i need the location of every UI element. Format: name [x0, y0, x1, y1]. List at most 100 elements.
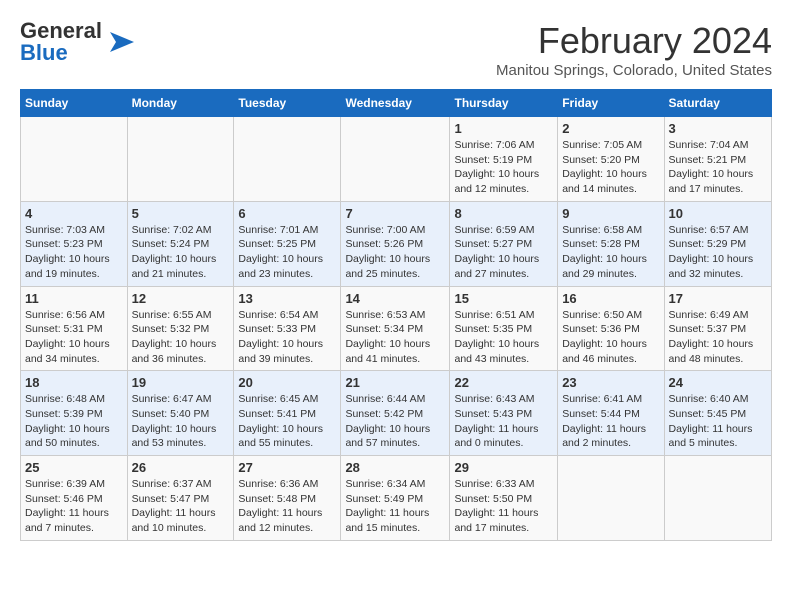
- day-number: 2: [562, 121, 659, 136]
- day-info: Sunrise: 6:43 AM Sunset: 5:43 PM Dayligh…: [454, 392, 553, 451]
- calendar-cell: 16 Sunrise: 6:50 AM Sunset: 5:36 PM Dayli…: [558, 286, 664, 371]
- calendar-cell: 28Sunrise: 6:34 AM Sunset: 5:49 PM Dayli…: [341, 456, 450, 541]
- calendar-cell: [234, 117, 341, 202]
- day-info: Sunrise: 6:53 AM Sunset: 5:34 PM Dayligh…: [345, 308, 445, 367]
- calendar-cell: 25 Sunrise: 6:39 AM Sunset: 5:46 PM Dayli…: [21, 456, 128, 541]
- calendar-cell: 21 Sunrise: 6:44 AM Sunset: 5:42 PM Dayli…: [341, 371, 450, 456]
- calendar-cell: 9 Sunrise: 6:58 AM Sunset: 5:28 PM Daylig…: [558, 201, 664, 286]
- day-info: Sunrise: 6:47 AM Sunset: 5:40 PM Dayligh…: [132, 392, 230, 451]
- calendar-cell: [558, 456, 664, 541]
- day-info: Sunrise: 6:51 AM Sunset: 5:35 PM Dayligh…: [454, 308, 553, 367]
- calendar-week-row: 11 Sunrise: 6:56 AM Sunset: 5:31 PM Dayli…: [21, 286, 772, 371]
- calendar-cell: [341, 117, 450, 202]
- weekday-header-friday: Friday: [558, 90, 664, 117]
- calendar-cell: 20Sunrise: 6:45 AM Sunset: 5:41 PM Dayli…: [234, 371, 341, 456]
- weekday-header-wednesday: Wednesday: [341, 90, 450, 117]
- day-number: 12: [132, 291, 230, 306]
- weekday-header-saturday: Saturday: [664, 90, 771, 117]
- calendar-cell: 17 Sunrise: 6:49 AM Sunset: 5:37 PM Dayli…: [664, 286, 771, 371]
- calendar-cell: 29Sunrise: 6:33 AM Sunset: 5:50 PM Dayli…: [450, 456, 558, 541]
- day-number: 16: [562, 291, 659, 306]
- day-number: 17: [669, 291, 767, 306]
- calendar-cell: 26 Sunrise: 6:37 AM Sunset: 5:47 PM Dayli…: [127, 456, 234, 541]
- day-info: Sunrise: 7:02 AM Sunset: 5:24 PM Dayligh…: [132, 223, 230, 282]
- calendar-cell: 14 Sunrise: 6:53 AM Sunset: 5:34 PM Dayli…: [341, 286, 450, 371]
- calendar-cell: 13Sunrise: 6:54 AM Sunset: 5:33 PM Dayli…: [234, 286, 341, 371]
- day-info: Sunrise: 7:03 AM Sunset: 5:23 PM Dayligh…: [25, 223, 123, 282]
- day-info: Sunrise: 6:48 AM Sunset: 5:39 PM Dayligh…: [25, 392, 123, 451]
- day-number: 3: [669, 121, 767, 136]
- calendar-table: SundayMondayTuesdayWednesdayThursdayFrid…: [20, 89, 772, 541]
- weekday-header-monday: Monday: [127, 90, 234, 117]
- calendar-cell: 6Sunrise: 7:01 AM Sunset: 5:25 PM Daylig…: [234, 201, 341, 286]
- day-number: 19: [132, 375, 230, 390]
- calendar-cell: 12 Sunrise: 6:55 AM Sunset: 5:32 PM Dayli…: [127, 286, 234, 371]
- calendar-cell: 22 Sunrise: 6:43 AM Sunset: 5:43 PM Dayli…: [450, 371, 558, 456]
- calendar-cell: 8 Sunrise: 6:59 AM Sunset: 5:27 PM Daylig…: [450, 201, 558, 286]
- day-info: Sunrise: 6:37 AM Sunset: 5:47 PM Dayligh…: [132, 477, 230, 536]
- day-number: 28: [345, 460, 445, 475]
- calendar-cell: 23 Sunrise: 6:41 AM Sunset: 5:44 PM Dayli…: [558, 371, 664, 456]
- day-info: Sunrise: 6:59 AM Sunset: 5:27 PM Dayligh…: [454, 223, 553, 282]
- weekday-header-row: SundayMondayTuesdayWednesdayThursdayFrid…: [21, 90, 772, 117]
- weekday-header-sunday: Sunday: [21, 90, 128, 117]
- month-title: February 2024: [496, 20, 772, 62]
- calendar-week-row: 25 Sunrise: 6:39 AM Sunset: 5:46 PM Dayli…: [21, 456, 772, 541]
- calendar-cell: [664, 456, 771, 541]
- calendar-week-row: 1Sunrise: 7:06 AM Sunset: 5:19 PM Daylig…: [21, 117, 772, 202]
- calendar-cell: 2Sunrise: 7:05 AM Sunset: 5:20 PM Daylig…: [558, 117, 664, 202]
- day-number: 4: [25, 206, 123, 221]
- logo-general: General: [20, 20, 102, 42]
- day-number: 9: [562, 206, 659, 221]
- day-info: Sunrise: 6:36 AM Sunset: 5:48 PM Dayligh…: [238, 477, 336, 536]
- logo: General Blue: [20, 20, 134, 64]
- day-info: Sunrise: 6:57 AM Sunset: 5:29 PM Dayligh…: [669, 223, 767, 282]
- day-info: Sunrise: 6:56 AM Sunset: 5:31 PM Dayligh…: [25, 308, 123, 367]
- day-number: 10: [669, 206, 767, 221]
- day-info: Sunrise: 7:04 AM Sunset: 5:21 PM Dayligh…: [669, 138, 767, 197]
- calendar-week-row: 18 Sunrise: 6:48 AM Sunset: 5:39 PM Dayli…: [21, 371, 772, 456]
- calendar-cell: 1Sunrise: 7:06 AM Sunset: 5:19 PM Daylig…: [450, 117, 558, 202]
- calendar-cell: 27 Sunrise: 6:36 AM Sunset: 5:48 PM Dayli…: [234, 456, 341, 541]
- day-info: Sunrise: 6:55 AM Sunset: 5:32 PM Dayligh…: [132, 308, 230, 367]
- day-number: 18: [25, 375, 123, 390]
- day-number: 23: [562, 375, 659, 390]
- logo-arrow-icon: [106, 28, 134, 56]
- day-number: 15: [454, 291, 553, 306]
- day-info: Sunrise: 6:44 AM Sunset: 5:42 PM Dayligh…: [345, 392, 445, 451]
- calendar-cell: 18 Sunrise: 6:48 AM Sunset: 5:39 PM Dayli…: [21, 371, 128, 456]
- day-number: 22: [454, 375, 553, 390]
- day-number: 27: [238, 460, 336, 475]
- calendar-body: 1Sunrise: 7:06 AM Sunset: 5:19 PM Daylig…: [21, 117, 772, 541]
- location-title: Manitou Springs, Colorado, United States: [496, 62, 772, 79]
- day-info: Sunrise: 6:54 AM Sunset: 5:33 PM Dayligh…: [238, 308, 336, 367]
- day-info: Sunrise: 6:41 AM Sunset: 5:44 PM Dayligh…: [562, 392, 659, 451]
- day-info: Sunrise: 6:40 AM Sunset: 5:45 PM Dayligh…: [669, 392, 767, 451]
- day-info: Sunrise: 7:01 AM Sunset: 5:25 PM Dayligh…: [238, 223, 336, 282]
- day-number: 11: [25, 291, 123, 306]
- header: General Blue February 2024 Manitou Sprin…: [20, 20, 772, 79]
- day-info: Sunrise: 7:06 AM Sunset: 5:19 PM Dayligh…: [454, 138, 553, 197]
- day-number: 8: [454, 206, 553, 221]
- calendar-cell: [21, 117, 128, 202]
- day-info: Sunrise: 6:50 AM Sunset: 5:36 PM Dayligh…: [562, 308, 659, 367]
- day-number: 25: [25, 460, 123, 475]
- day-number: 21: [345, 375, 445, 390]
- day-info: Sunrise: 6:45 AM Sunset: 5:41 PM Dayligh…: [238, 392, 336, 451]
- day-info: Sunrise: 6:58 AM Sunset: 5:28 PM Dayligh…: [562, 223, 659, 282]
- day-number: 24: [669, 375, 767, 390]
- day-number: 14: [345, 291, 445, 306]
- day-number: 26: [132, 460, 230, 475]
- calendar-cell: 15 Sunrise: 6:51 AM Sunset: 5:35 PM Dayli…: [450, 286, 558, 371]
- day-info: Sunrise: 6:39 AM Sunset: 5:46 PM Dayligh…: [25, 477, 123, 536]
- day-info: Sunrise: 6:49 AM Sunset: 5:37 PM Dayligh…: [669, 308, 767, 367]
- title-section: February 2024 Manitou Springs, Colorado,…: [496, 20, 772, 79]
- calendar-cell: 11 Sunrise: 6:56 AM Sunset: 5:31 PM Dayli…: [21, 286, 128, 371]
- calendar-cell: 19 Sunrise: 6:47 AM Sunset: 5:40 PM Dayli…: [127, 371, 234, 456]
- calendar-week-row: 4 Sunrise: 7:03 AM Sunset: 5:23 PM Daylig…: [21, 201, 772, 286]
- weekday-header-tuesday: Tuesday: [234, 90, 341, 117]
- calendar-cell: 5Sunrise: 7:02 AM Sunset: 5:24 PM Daylig…: [127, 201, 234, 286]
- day-info: Sunrise: 6:33 AM Sunset: 5:50 PM Dayligh…: [454, 477, 553, 536]
- calendar-cell: 3 Sunrise: 7:04 AM Sunset: 5:21 PM Daylig…: [664, 117, 771, 202]
- calendar-cell: 4 Sunrise: 7:03 AM Sunset: 5:23 PM Daylig…: [21, 201, 128, 286]
